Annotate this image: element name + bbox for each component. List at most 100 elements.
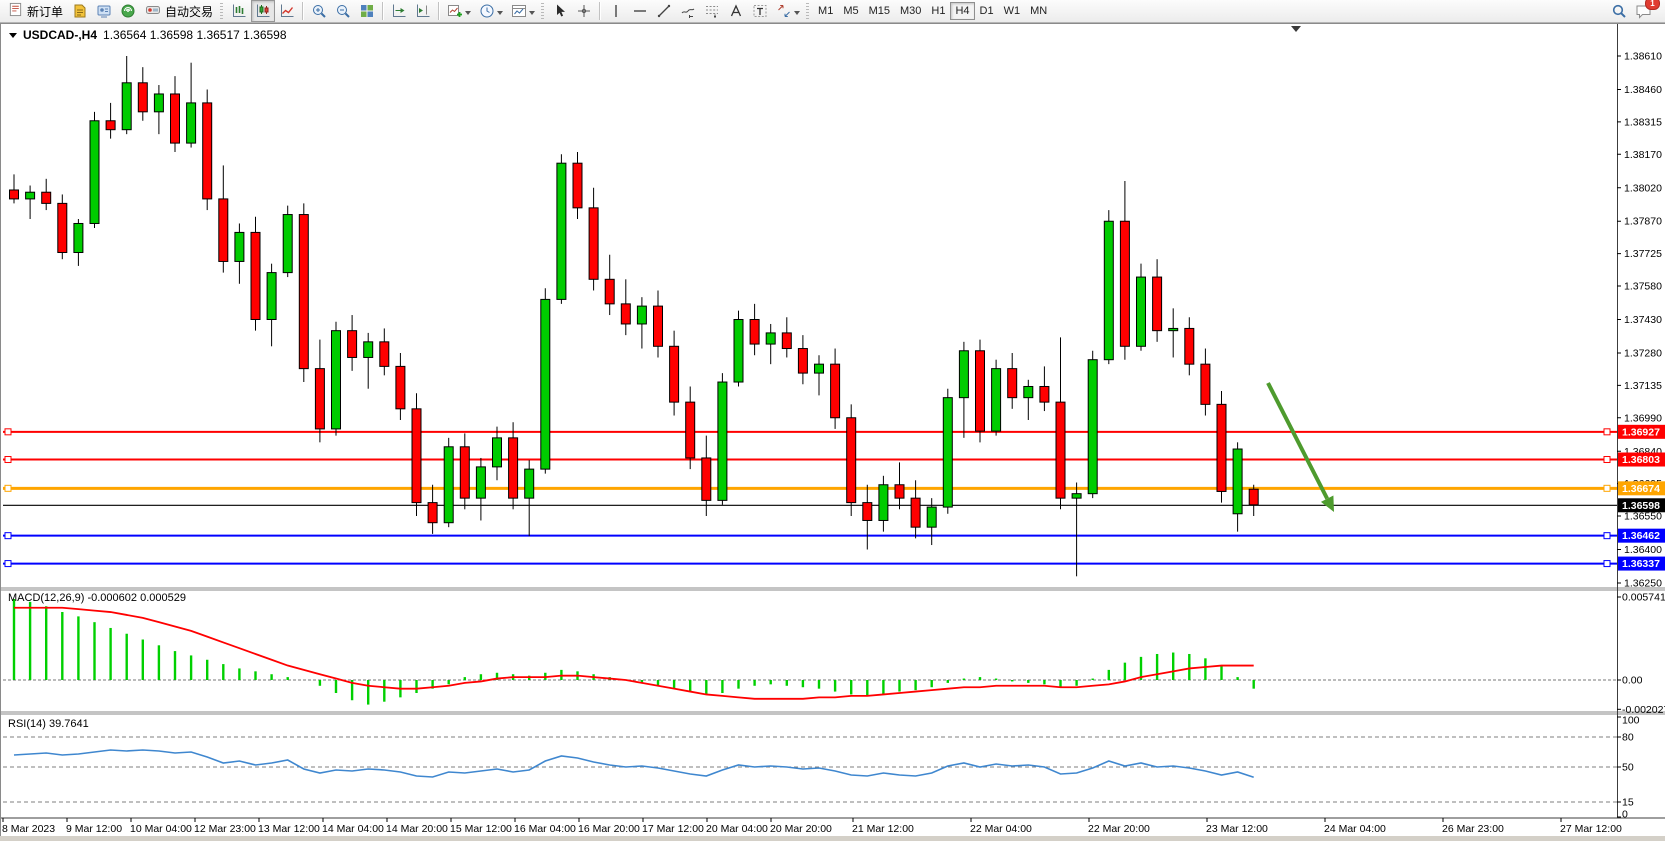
toolbar-grip[interactable] [806,3,809,19]
text-button[interactable] [724,0,748,22]
crosshair-icon [576,3,592,19]
candlestick-chart-button[interactable] [251,0,275,22]
candle-up [187,103,196,143]
template-button[interactable] [507,0,539,22]
add-indicator-button[interactable] [443,0,475,22]
line-handle[interactable] [5,533,11,539]
arrows-button[interactable] [772,0,804,22]
time-tick-label: 14 Mar 20:00 [386,823,448,835]
horizontal-line-button[interactable] [628,0,652,22]
chart-shift-marker[interactable] [1291,26,1301,32]
one-click-trading-collapse-icon[interactable] [9,33,17,42]
vertical-line-icon [608,3,624,19]
zoom-in-button[interactable] [307,0,331,22]
timeframe-m5[interactable]: M5 [838,2,863,20]
candle-down [460,447,469,498]
timeframe-h4[interactable]: H4 [950,2,974,20]
arrows-icon [776,3,792,19]
candle-down [831,364,840,418]
candle-up [122,83,131,130]
timeframe-d1[interactable]: D1 [975,2,999,20]
autotrading-button[interactable]: 自动交易 [140,1,218,21]
toolbar-separator [302,2,304,20]
price-line-value: 1.36803 [1622,454,1660,466]
price-tick-label: 1.37280 [1624,347,1662,359]
timeframe-mn[interactable]: MN [1025,2,1052,20]
price-chart-canvas[interactable]: 1.386101.384601.383151.381701.380201.378… [0,23,1665,841]
crosshair-button[interactable] [572,0,596,22]
candle-down [299,215,308,369]
auto-scroll-button[interactable] [387,0,411,22]
price-tick-label: 1.36250 [1624,578,1662,590]
zoom-out-button[interactable] [331,0,355,22]
timeframe-w1[interactable]: W1 [999,2,1026,20]
line-handle[interactable] [1604,457,1610,463]
search-button[interactable] [1607,0,1631,22]
line-handle[interactable] [1604,429,1610,435]
period-clock-button[interactable] [475,0,507,22]
line-handle[interactable] [1604,561,1610,567]
line-handle[interactable] [1604,485,1610,491]
candle-down [686,402,695,458]
candle-down [58,203,67,252]
time-tick-label: 22 Mar 20:00 [1088,823,1150,835]
candle-down [1153,277,1162,331]
line-handle[interactable] [5,485,11,491]
toolbar-grip[interactable] [541,3,544,19]
candle-up [1169,328,1178,330]
timeframe-m30[interactable]: M30 [895,2,926,20]
market-watch-button[interactable] [68,0,92,22]
cursor-button[interactable] [548,0,572,22]
time-tick-label: 16 Mar 20:00 [578,823,640,835]
timeframe-m15[interactable]: M15 [864,2,895,20]
time-axis[interactable]: 8 Mar 20239 Mar 12:0010 Mar 04:0012 Mar … [2,818,1622,835]
toolbar-separator [382,2,384,20]
signals-button[interactable] [116,0,140,22]
fibonacci-button[interactable] [700,0,724,22]
candle-down [702,458,711,500]
candle-down [589,208,598,279]
price-tick-label: 1.36550 [1624,511,1662,523]
chevron-down-icon [465,11,471,18]
time-tick-label: 22 Mar 04:00 [970,823,1032,835]
text-a-icon [728,3,744,19]
candle-down [573,163,582,208]
tile-windows-button[interactable] [355,0,379,22]
timeframe-m1[interactable]: M1 [813,2,838,20]
text-label-button[interactable] [748,0,772,22]
toolbar-separator [438,2,440,20]
equidistant-channel-button[interactable] [676,0,700,22]
search-icon [1611,3,1627,19]
macd-indicator-pane [3,599,1617,705]
line-handle[interactable] [5,561,11,567]
candle-down [911,498,920,527]
price-tick-label: 1.37725 [1624,248,1662,260]
new-order-button[interactable]: 新订单 [3,1,68,21]
candle-down [1056,402,1065,498]
candle-down [670,346,679,402]
candle-up [154,94,163,112]
candle-down [315,369,324,429]
zoom-out-icon [335,3,351,19]
line-chart-button[interactable] [275,0,299,22]
macd-label: MACD(12,26,9) -0.000602 0.000529 [8,592,186,604]
rsi-axis: 1008050150 [1617,715,1640,821]
macd-tick-label: 0.005741 [1622,592,1665,604]
chart-shift-button[interactable] [411,0,435,22]
timeframe-h1[interactable]: H1 [926,2,950,20]
chat-button[interactable]: 1 [1631,0,1655,22]
trend-arrow-annotation[interactable] [1268,383,1334,512]
line-handle[interactable] [5,429,11,435]
autotrading-icon [145,2,161,21]
price-line-axis-box: 1.36927 [1618,425,1665,439]
price-line-axis-box: 1.36337 [1618,557,1665,571]
line-handle[interactable] [5,457,11,463]
bar-chart-button[interactable] [227,0,251,22]
data-window-button[interactable] [92,0,116,22]
vertical-line-button[interactable] [604,0,628,22]
line-handle[interactable] [1604,533,1610,539]
trendline-button[interactable] [652,0,676,22]
toolbar-grip[interactable] [220,3,223,19]
candle-up [637,306,646,324]
time-tick-label: 26 Mar 23:00 [1442,823,1504,835]
